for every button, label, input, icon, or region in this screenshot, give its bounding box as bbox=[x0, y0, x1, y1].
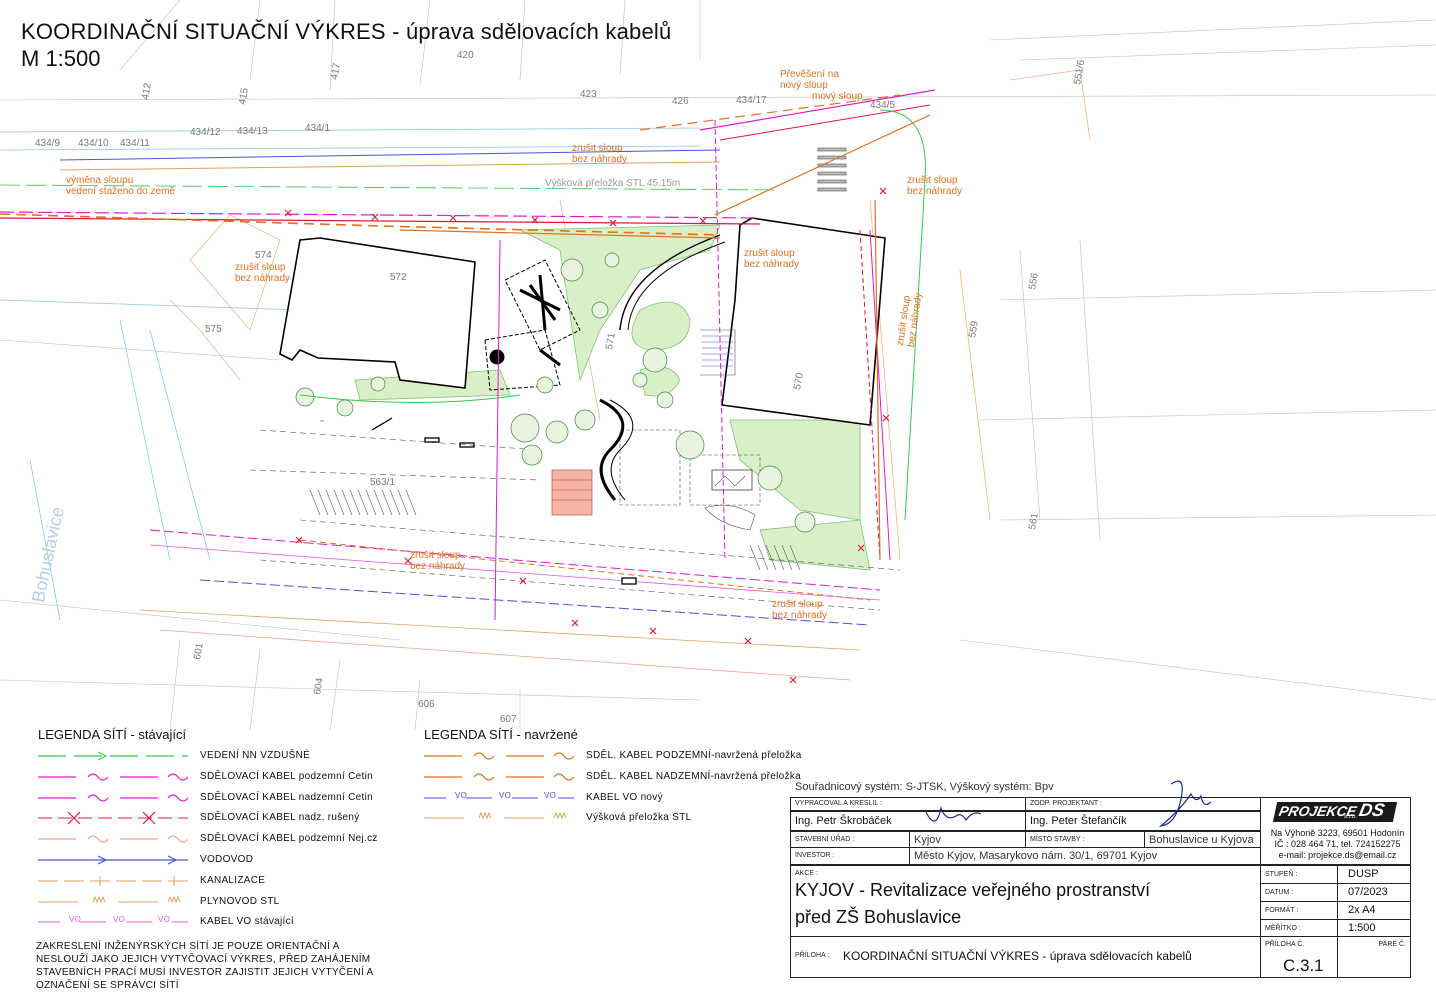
company-contact: IČ : 028 464 71, tel. 724152275 bbox=[1274, 839, 1401, 849]
parcel-lines bbox=[0, 0, 1436, 730]
parcel-number: 563/1 bbox=[370, 477, 395, 488]
legend-label: SDĚLOVACÍ KABEL podzemní Cetin bbox=[200, 770, 373, 782]
tb-company-cell: PROJEKCE DS s.r.o. Na Výhoně 3223, 69501… bbox=[1260, 797, 1411, 865]
vo-marker: VO bbox=[158, 915, 171, 925]
parcel-number: 412 bbox=[140, 82, 154, 101]
legend-label: KANALIZACE bbox=[200, 874, 266, 886]
disclaimer-note: ZAKRESLENÍ INŽENÝRSKÝCH SÍTÍ JE POUZE OR… bbox=[36, 941, 373, 991]
tb-field-label: STUPEŇ : bbox=[1260, 865, 1338, 884]
vo-marker: VO bbox=[499, 790, 512, 800]
legend-new-title: LEGENDA SÍTÍ - navržené bbox=[424, 727, 578, 742]
tb-investor-cell: Město Kyjov, Masarykovo nám. 30/1, 69701… bbox=[909, 847, 1261, 865]
parcel-number: 606 bbox=[418, 699, 435, 710]
parcel-number: 426 bbox=[672, 96, 689, 107]
project-name-line1: KYJOV - Revitalizace veřejného prostrans… bbox=[795, 880, 1151, 900]
legend-label: KABEL VO nový bbox=[586, 791, 663, 803]
drawing-scale: M 1:500 bbox=[21, 46, 101, 71]
parcel-number: 434/9 bbox=[35, 138, 60, 149]
parcel-number: 417 bbox=[329, 62, 343, 81]
parcel-number: 575 bbox=[205, 324, 222, 335]
annotation-cancel-pole-3: zrušit sloup bez náhrady bbox=[744, 248, 800, 270]
vo-marker: VO bbox=[544, 790, 557, 800]
parcel-number: 574 bbox=[255, 250, 272, 261]
parcel-number: 434/1 bbox=[305, 123, 330, 134]
parcel-number: 607 bbox=[500, 714, 517, 725]
tb-zodp-label-cell: ZODP. PROJEKTANT : bbox=[1025, 797, 1261, 811]
company-address: Na Výhoně 3223, 69501 Hodonín bbox=[1270, 828, 1405, 838]
brick-steps bbox=[551, 469, 593, 516]
tb-vypracoval-cell: Ing. Petr Škrobáček bbox=[790, 805, 1026, 831]
annotation-cancel-pole-2: zrušit sloup bez náhrady bbox=[235, 262, 291, 284]
legend-label: VEDENÍ NN VZDUŠNÉ bbox=[200, 750, 311, 761]
attachment-number: C.3.1 bbox=[1283, 956, 1324, 975]
tb-investor-label-cell: INVESTOR : bbox=[790, 847, 910, 865]
parcel-number: 571 bbox=[604, 332, 618, 351]
parcel-number: 420 bbox=[457, 50, 474, 61]
legend-label: SDĚLOVACÍ KABEL nadzemní Cetin bbox=[200, 791, 373, 803]
tb-urad-cell: Kyjov bbox=[909, 831, 1026, 848]
tb-zodp-cell: Ing. Peter Štefančík bbox=[1025, 780, 1261, 831]
tb-field-value: DUSP bbox=[1337, 865, 1411, 884]
legend-label: SDĚLOVACÍ KABEL nadz. rušený bbox=[200, 812, 360, 824]
vo-marker: VO bbox=[69, 915, 82, 925]
parcel-number: 556 bbox=[1027, 272, 1041, 291]
tb-field-value: 2x A4 bbox=[1337, 901, 1411, 920]
legend-label: SDĚL. KABEL NADZEMNÍ-navržená přeložka bbox=[586, 770, 801, 782]
drawing-title: KOORDINAČNÍ SITUAČNÍ VÝKRES - úprava sdě… bbox=[21, 19, 672, 44]
tb-akce-cell: AKCE : KYJOV - Revitalizace veřejného pr… bbox=[790, 865, 1261, 937]
annotation-replace-pole: výměna sloupu vedení staženo do země bbox=[66, 175, 175, 197]
tb-priloha-cell: PŘÍLOHA : KOORDINAČNÍ SITUAČNÍ VÝKRES - … bbox=[790, 936, 1261, 978]
tb-urad-label-cell: STAVEBNÍ ÚŘAD : bbox=[790, 831, 910, 848]
annotation-cancel-pole-1: zrušit sloup bez náhrady bbox=[572, 143, 628, 165]
coordinate-system: Souřadnicový systém: S-JTSK, Výškový sys… bbox=[795, 781, 1054, 793]
vo-marker: VO bbox=[455, 790, 468, 800]
company-email: e-mail: projekce.ds@email.cz bbox=[1278, 850, 1397, 860]
company-logo: PROJEKCE DS s.r.o. bbox=[1272, 800, 1398, 822]
vo-marker: VO bbox=[113, 915, 126, 925]
legend-label: VODOVOD bbox=[200, 854, 254, 865]
pedestrian-crossing bbox=[320, 420, 324, 422]
attachment-title: KOORDINAČNÍ SITUAČNÍ VÝKRES - úprava sdě… bbox=[843, 949, 1192, 963]
parcel-number: 434/10 bbox=[78, 138, 109, 149]
project-name-line2: před ZŠ Bohuslavice bbox=[795, 907, 962, 927]
tb-field-label: FORMÁT : bbox=[1260, 901, 1338, 920]
legend-existing-title: LEGENDA SÍTÍ - stávající bbox=[38, 727, 187, 742]
parcel-number: 434/13 bbox=[237, 126, 268, 137]
parcel-number: 559 bbox=[967, 320, 981, 339]
legend-label: PLYNOVOD STL bbox=[200, 895, 280, 907]
parcel-number: 551/6 bbox=[1072, 59, 1087, 86]
tb-misto-label-cell: MÍSTO STAVBY : bbox=[1025, 831, 1145, 848]
tb-field-value: 07/2023 bbox=[1337, 883, 1411, 902]
tb-misto-cell: Bohuslavice u Kyjova bbox=[1144, 831, 1261, 848]
legend-label: KABEL VO stávající bbox=[200, 916, 294, 928]
annotation-stl-elevation: Výšková přeložka STL 45.15m bbox=[545, 178, 681, 189]
parcel-number: 423 bbox=[580, 89, 597, 100]
legend-label: SDĚLOVACÍ KABEL podzemní Nej.cz bbox=[200, 833, 378, 845]
parcel-number: 601 bbox=[192, 642, 206, 661]
parcel-number-labels: 412 415 417 420 423 426 434/17 434/5 434/9 434/10… bbox=[35, 50, 1087, 725]
parcel-number: 434/5 bbox=[870, 100, 895, 111]
annotation-cancel-pole-4: zrušit sloup bez náhrady bbox=[907, 175, 963, 197]
annotation-cancel-pole-6: zrušit sloup bez náhrady bbox=[772, 599, 828, 621]
parcel-number: 561 bbox=[1027, 512, 1041, 531]
annotation-rehang-pole: Převěšení na nový sloup mový sloup bbox=[780, 69, 863, 102]
annotation-cancel-pole-5: zrušit sloup bez náhrady bbox=[410, 550, 466, 572]
parcel-number: 434/17 bbox=[736, 95, 767, 106]
tb-priloha-c-cell: PŘÍLOHA Č. C.3.1 bbox=[1260, 936, 1338, 978]
signature-1 bbox=[925, 805, 982, 822]
tb-pare-cell: PARÉ Č. bbox=[1337, 936, 1411, 978]
site-plan-map: 412 415 417 420 423 426 434/17 434/5 434/9 434/10… bbox=[0, 0, 1436, 730]
signature-2 bbox=[1159, 780, 1212, 827]
parcel-number: 604 bbox=[312, 677, 326, 696]
legend-label: Výšková přeložka STL bbox=[586, 812, 692, 824]
parcel-number: 434/11 bbox=[120, 138, 150, 149]
parcel-number: 572 bbox=[390, 272, 407, 283]
legend-label: SDĚL. KABEL PODZEMNÍ-navržená přeložka bbox=[586, 750, 802, 761]
parcel-number: 434/12 bbox=[190, 127, 221, 138]
parcel-number: 415 bbox=[237, 87, 251, 106]
tb-field-label: DATUM : bbox=[1260, 883, 1338, 902]
